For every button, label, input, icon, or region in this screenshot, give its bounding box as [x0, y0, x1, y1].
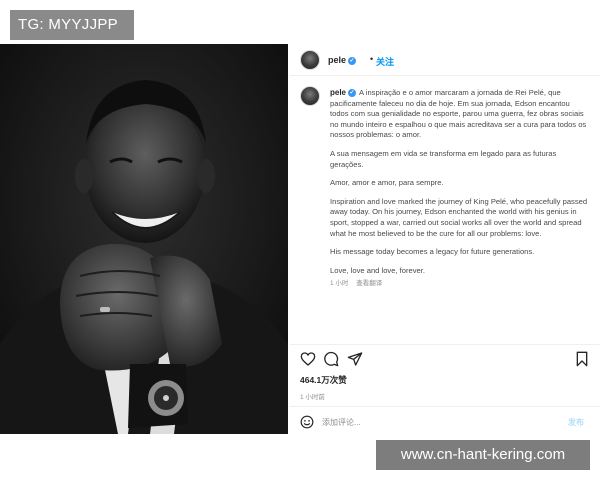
action-bar — [290, 344, 600, 372]
tg-label: TG: MYYJJPP — [10, 10, 134, 40]
emoji-icon[interactable] — [300, 415, 314, 429]
verified-badge-icon: ✓ — [348, 89, 357, 97]
caption-paragraph-6: Love, love and love, forever. — [330, 265, 425, 275]
caption-time: 1 小时 — [330, 280, 349, 288]
post-timestamp: 1 小时前 — [300, 394, 325, 401]
caption-username[interactable]: pele ✓ — [330, 88, 357, 97]
post-photo[interactable] — [0, 44, 288, 434]
heart-icon[interactable] — [300, 351, 316, 367]
post-side-panel: pele ✓ • 关注 pele ✓ A inspiração e o amor ma… — [290, 44, 600, 436]
caption-meta: 1 小时 查看翻译 — [330, 279, 588, 290]
username-text[interactable]: pele — [328, 55, 346, 65]
likes-count[interactable]: 464.1万次赞 — [300, 374, 347, 386]
caption-paragraph-2: A sua mensagem em vida se transforma em … — [330, 148, 557, 169]
share-icon[interactable] — [347, 351, 363, 367]
separator-dot: • — [370, 54, 374, 64]
follow-button[interactable]: 关注 — [376, 55, 394, 68]
bookmark-icon[interactable] — [574, 351, 590, 367]
caption-paragraph: pele ✓ A inspiração e o amor marcaram a jo… — [330, 88, 588, 141]
caption-username-text[interactable]: pele — [330, 88, 346, 97]
caption-paragraph-3: Amor, amor e amor, para sempre. — [330, 178, 444, 188]
author-username[interactable]: pele ✓ — [328, 55, 357, 65]
comment-input[interactable] — [322, 414, 542, 430]
caption-text-block: pele ✓ A inspiração e o amor marcaram a jo… — [330, 88, 588, 290]
site-watermark: www.cn-hant-kering.com — [376, 440, 590, 470]
author-avatar[interactable] — [300, 50, 320, 70]
caption-paragraph-4: Inspiration and love marked the journey … — [330, 196, 588, 238]
instagram-post: pele ✓ • 关注 pele ✓ A inspiração e o amor ma… — [0, 44, 600, 436]
pele-portrait-image — [0, 44, 288, 434]
post-comment-button[interactable]: 发布 — [568, 417, 584, 428]
post-caption: pele ✓ A inspiração e o amor marcaram a jo… — [290, 84, 600, 342]
caption-paragraph-5: His message today becomes a legacy for f… — [330, 247, 535, 257]
comment-icon[interactable] — [323, 351, 339, 367]
verified-badge-icon: ✓ — [348, 57, 357, 65]
post-header: pele ✓ • 关注 — [290, 44, 600, 76]
comment-bar: 发布 — [290, 406, 600, 436]
see-translation-link[interactable]: 查看翻译 — [356, 280, 382, 287]
caption-paragraph-1: A inspiração e o amor marcaram a jornada… — [330, 88, 587, 140]
caption-avatar[interactable] — [300, 86, 320, 106]
